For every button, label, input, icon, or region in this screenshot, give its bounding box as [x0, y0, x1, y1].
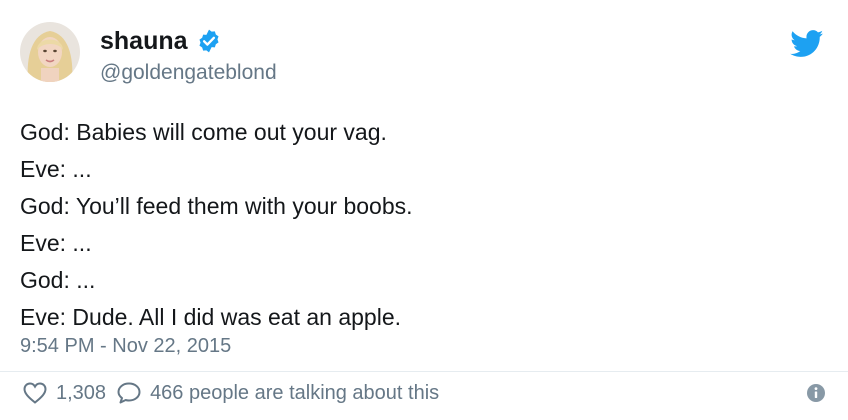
tweet-line: Eve: ... [20, 230, 92, 256]
tweet-timestamp[interactable]: 9:54 PM - Nov 22, 2015 [20, 334, 231, 358]
user-handle[interactable]: @goldengateblond [100, 60, 277, 86]
heart-icon[interactable] [22, 381, 48, 405]
user-avatar-image [20, 22, 80, 82]
verified-badge-icon [196, 28, 222, 54]
comment-bubble-icon[interactable] [116, 381, 142, 405]
like-count[interactable]: 1,308 [56, 382, 106, 405]
talking-about-link[interactable]: 466 people are talking about this [150, 382, 439, 405]
engagement-bar: 1,308 466 people are talking about this [22, 378, 439, 408]
tweet-line: God: You’ll feed them with your boobs. [20, 193, 413, 219]
info-icon[interactable] [806, 383, 826, 403]
author-header: shauna [100, 26, 222, 56]
avatar[interactable] [20, 22, 80, 82]
tweet-line: Eve: ... [20, 156, 92, 182]
twitter-bird-icon[interactable] [790, 30, 824, 58]
tweet-text: God: Babies will come out your vag. Eve:… [20, 114, 820, 336]
tweet-line: God: ... [20, 267, 96, 293]
display-name[interactable]: shauna [100, 26, 188, 56]
divider [0, 371, 848, 372]
tweet-card: shauna @goldengateblond God: Babies will… [0, 0, 848, 420]
tweet-line: Eve: Dude. All I did was eat an apple. [20, 304, 402, 330]
tweet-line: God: Babies will come out your vag. [20, 119, 387, 145]
